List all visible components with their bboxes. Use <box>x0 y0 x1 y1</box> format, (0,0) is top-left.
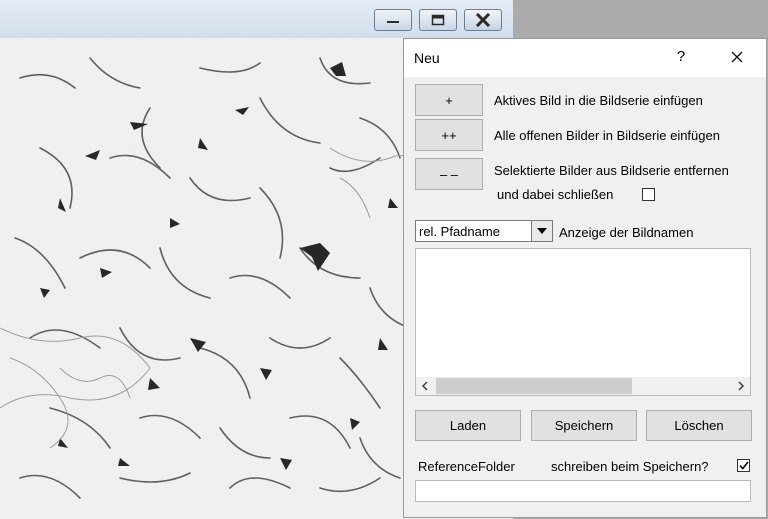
image-window-titlebar <box>0 0 513 39</box>
close-icon <box>731 51 743 63</box>
close-option-label: und dabei schließen <box>497 187 614 202</box>
reference-folder-label: ReferenceFolder <box>418 459 515 474</box>
add-all-images-label: Alle offenen Bilder in Bildserie einfüge… <box>494 128 720 143</box>
close-option-checkbox[interactable] <box>642 188 655 201</box>
dialog-close-button[interactable] <box>722 46 752 68</box>
chevron-right-icon <box>738 381 744 391</box>
scrollbar-thumb[interactable] <box>436 378 632 394</box>
minimize-button[interactable] <box>374 9 412 31</box>
horizontal-scrollbar[interactable] <box>416 377 750 395</box>
dropdown-button[interactable] <box>531 221 552 241</box>
add-active-image-button[interactable]: + <box>415 84 483 116</box>
close-icon <box>475 13 491 27</box>
remove-selected-button[interactable]: – – <box>415 158 483 190</box>
display-mode-select[interactable]: rel. Pfadname <box>415 220 553 242</box>
dropdown-arrow-icon <box>537 228 547 234</box>
display-mode-value: rel. Pfadname <box>419 224 500 239</box>
write-on-save-checkbox[interactable] <box>737 459 750 472</box>
reference-folder-input[interactable] <box>415 480 751 502</box>
save-button[interactable]: Speichern <box>531 410 637 441</box>
add-active-image-label: Aktives Bild in die Bildserie einfügen <box>494 93 703 108</box>
remove-selected-label: Selektierte Bilder aus Bildserie entfern… <box>494 163 729 178</box>
close-button[interactable] <box>464 9 502 31</box>
dialog-titlebar: Neu ? <box>404 39 766 77</box>
load-button[interactable]: Laden <box>415 410 521 441</box>
minimize-icon <box>387 21 399 23</box>
checkmark-icon <box>738 461 749 470</box>
write-on-save-label: schreiben beim Speichern? <box>551 459 709 474</box>
scroll-left-button[interactable] <box>416 377 434 395</box>
maximize-button[interactable] <box>419 9 457 31</box>
display-mode-label: Anzeige der Bildnamen <box>559 225 694 240</box>
maximize-icon <box>431 14 445 26</box>
chevron-left-icon <box>422 381 428 391</box>
delete-button[interactable]: Löschen <box>646 410 752 441</box>
new-series-dialog: Neu ? + Aktives Bild in die Bildserie ei… <box>403 38 767 518</box>
add-all-images-button[interactable]: ++ <box>415 119 483 151</box>
scroll-right-button[interactable] <box>732 377 750 395</box>
help-button[interactable]: ? <box>674 48 688 65</box>
dialog-title: Neu <box>414 50 440 66</box>
image-list[interactable] <box>415 248 751 396</box>
